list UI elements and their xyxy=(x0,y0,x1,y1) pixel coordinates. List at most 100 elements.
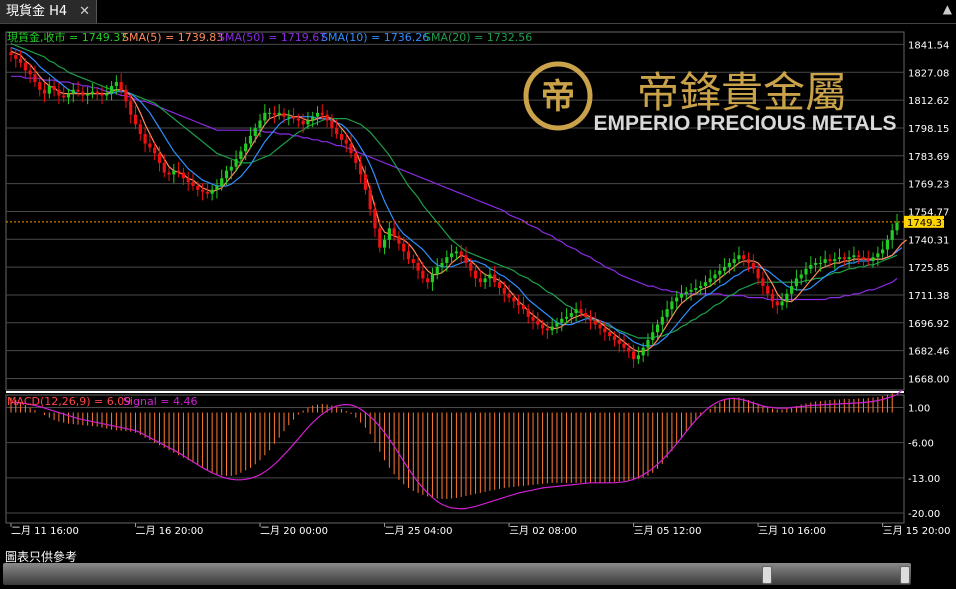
legend-sma10: SMA(10) = 1736.26 xyxy=(321,31,429,44)
candle-body xyxy=(335,128,339,135)
price-tick-label: 1725.85 xyxy=(908,263,949,274)
candle-body xyxy=(478,278,482,283)
candle-body xyxy=(268,112,272,114)
macd-tick-label: 1.00 xyxy=(908,404,930,415)
macd-legend-macd: MACD(12,26,9) = 6.09 xyxy=(7,395,131,408)
candle-body xyxy=(162,162,166,173)
candle-body xyxy=(770,293,775,302)
candle-body xyxy=(569,313,573,317)
candle-body xyxy=(823,259,827,263)
macd-tick-label: -20.00 xyxy=(908,509,940,520)
candle-body xyxy=(521,305,526,310)
price-tick-label: 1841.54 xyxy=(908,40,949,51)
candle-body xyxy=(507,293,511,298)
candle-body xyxy=(205,191,209,194)
candle-body xyxy=(636,355,640,360)
candle-body xyxy=(545,328,549,331)
candle-body xyxy=(837,257,842,260)
candle-body xyxy=(138,124,142,135)
macd-tick-label: -6.00 xyxy=(908,439,934,450)
candle-body xyxy=(28,70,32,75)
time-tick-label: 二月 16 20:00 xyxy=(136,525,204,537)
candle-body xyxy=(473,270,478,279)
logo-chinese-name: 帝鋒貴金屬 xyxy=(637,68,847,117)
candle-body xyxy=(780,301,784,306)
candle-body xyxy=(785,293,789,302)
candle-body xyxy=(526,309,530,317)
candle-body xyxy=(718,270,722,275)
candle-body xyxy=(766,286,770,294)
candle-body xyxy=(52,85,56,90)
candle-body xyxy=(665,309,669,317)
candle-body xyxy=(799,274,803,279)
candle-body xyxy=(497,282,502,288)
candle-body xyxy=(320,112,324,115)
candle-body xyxy=(536,320,540,325)
candle-body xyxy=(684,291,688,294)
candle-body xyxy=(512,297,516,302)
candle-body xyxy=(23,62,27,71)
logo-english-name: EMPERIO PRECIOUS METALS xyxy=(594,112,897,135)
candle-body xyxy=(248,135,253,144)
candle-body xyxy=(627,347,631,352)
candle-body xyxy=(833,259,837,262)
horizontal-scrollbar[interactable] xyxy=(3,563,911,585)
candle-body xyxy=(584,313,588,317)
time-tick-label: 二月 20 00:00 xyxy=(260,525,328,537)
candle-body xyxy=(71,89,75,94)
candle-body xyxy=(651,332,655,340)
candle-body xyxy=(564,316,569,319)
brand-logo: 帝 帝鋒貴金屬 EMPERIO PRECIOUS METALS xyxy=(523,61,897,135)
candle-body xyxy=(291,116,296,119)
candle-body xyxy=(215,185,219,190)
candle-body xyxy=(555,322,559,327)
candle-body xyxy=(186,178,190,183)
candle-body xyxy=(277,112,281,115)
candle-body xyxy=(876,253,880,258)
candle-body xyxy=(469,262,473,271)
candle-body xyxy=(842,257,846,260)
candle-body xyxy=(378,228,382,248)
logo-monogram-icon: 帝 xyxy=(541,77,575,117)
candle-body xyxy=(339,134,344,140)
legend-sma20: SMA(20) = 1732.56 xyxy=(424,31,532,44)
candle-body xyxy=(541,324,545,329)
candle-body xyxy=(775,301,779,306)
candle-body xyxy=(699,286,703,288)
candle-body xyxy=(493,274,497,283)
candle-body xyxy=(737,255,741,260)
price-tick-label: 1740.31 xyxy=(908,235,949,246)
candle-body xyxy=(200,189,205,192)
candle-body xyxy=(397,236,401,244)
candle-body xyxy=(392,228,396,237)
chart-tab[interactable]: 現貨金 H4 ✕ xyxy=(0,0,97,23)
candle-body xyxy=(81,91,85,96)
current-price-label: 1749.37 xyxy=(907,218,948,229)
candle-body xyxy=(153,147,157,154)
candle-body xyxy=(220,178,224,186)
candle-body xyxy=(895,222,899,231)
legend-sma50: SMA(50) = 1719.67 xyxy=(218,31,326,44)
scrollbar-handle-right[interactable] xyxy=(900,566,910,584)
close-icon[interactable]: ✕ xyxy=(79,0,90,23)
candle-body xyxy=(804,268,808,275)
candle-body xyxy=(124,89,128,102)
candle-body xyxy=(871,257,875,262)
candle-body xyxy=(181,172,186,179)
scrollbar-handle-left[interactable] xyxy=(762,566,772,584)
candle-body xyxy=(713,274,717,279)
legend: 現貨金,收市 = 1749.37 SMA(5) = 1739.83 SMA(50… xyxy=(7,30,532,408)
candle-body xyxy=(9,52,13,56)
candle-body xyxy=(86,93,90,96)
candle-body xyxy=(890,230,894,240)
candle-body xyxy=(66,93,71,98)
chevron-up-icon[interactable]: ▲ xyxy=(943,2,952,16)
price-tick-label: 1711.38 xyxy=(908,291,949,302)
price-tick-label: 1783.69 xyxy=(908,152,949,163)
chart-area[interactable]: 帝 帝鋒貴金屬 EMPERIO PRECIOUS METALS 1841.54 1… xyxy=(0,24,956,546)
candle-body xyxy=(387,228,391,240)
candle-body xyxy=(813,262,818,265)
candle-body xyxy=(550,326,554,331)
time-tick-label: 三月 05 12:00 xyxy=(634,525,702,537)
candle-body xyxy=(861,257,866,260)
